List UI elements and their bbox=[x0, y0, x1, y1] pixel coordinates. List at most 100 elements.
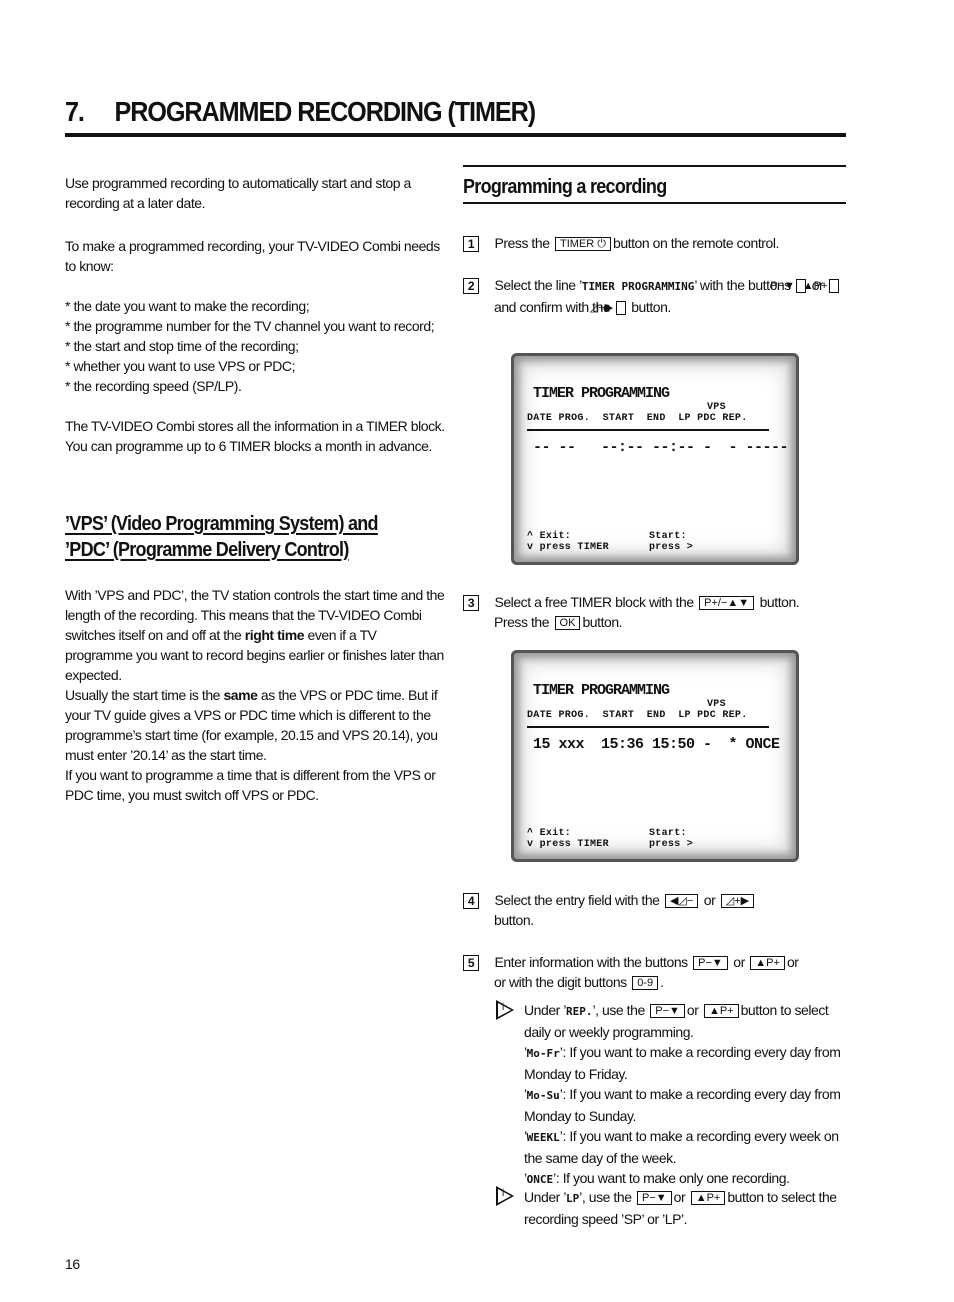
section-title: PROGRAMMED RECORDING (TIMER) bbox=[114, 96, 537, 127]
text: : If you want to make a recording every … bbox=[524, 1086, 841, 1124]
vps-paragraph-3: If you want to programme a time that is … bbox=[65, 767, 436, 803]
timer-blocks-text: The TV-VIDEO Combi stores all the inform… bbox=[65, 418, 445, 454]
screen-exit: ^ Exit: bbox=[527, 531, 572, 542]
screen-start-press: press > bbox=[649, 839, 694, 850]
screen-vps-label: VPS bbox=[707, 699, 726, 710]
text: button. bbox=[582, 614, 623, 630]
screen-divider bbox=[527, 429, 769, 431]
bold-text: same bbox=[223, 687, 258, 703]
rep-option: ’Mo-Fr’: If you want to make a recording… bbox=[524, 1044, 841, 1082]
text: button. bbox=[631, 299, 671, 315]
screen-values: 15 xxx 15:36 15:50 - * ONCE bbox=[533, 736, 780, 753]
screen-start: Start: bbox=[649, 828, 687, 839]
heading-rule-top bbox=[463, 165, 846, 167]
screen-columns: DATE PROG. START END LP PDC REP. bbox=[527, 710, 748, 721]
needs-item: * the date you want to make the recordin… bbox=[65, 298, 310, 314]
text: or bbox=[673, 1189, 686, 1205]
step-number: 1 bbox=[463, 236, 479, 252]
step-number: 3 bbox=[463, 595, 479, 611]
needs-intro: To make a programmed recording, your TV-… bbox=[65, 238, 440, 274]
screen-start-press: press > bbox=[649, 542, 694, 553]
text: : If you want to make a recording every … bbox=[524, 1044, 841, 1082]
step-number: 4 bbox=[463, 893, 479, 909]
text: Press the bbox=[494, 235, 550, 251]
text: button on the remote control. bbox=[612, 235, 779, 251]
screen-values: -- -- --:-- --:-- - - ----- bbox=[533, 439, 789, 456]
left-column: Use programmed recording to automaticall… bbox=[65, 173, 445, 456]
step-number: 5 bbox=[463, 955, 479, 971]
p-down-button-icon: P−▼ bbox=[650, 1004, 685, 1018]
menu-code: WEEKL bbox=[526, 1131, 560, 1144]
page-title: 7. PROGRAMMED RECORDING (TIMER) bbox=[65, 96, 537, 128]
needs-item: * the start and stop time of the recordi… bbox=[65, 338, 299, 354]
rep-option: ’WEEKL’: If you want to make a recording… bbox=[524, 1128, 839, 1166]
step-number: 2 bbox=[463, 278, 479, 294]
info-icon: i bbox=[496, 1000, 514, 1025]
p-down-button-icon: P−▼ bbox=[693, 956, 728, 970]
timer-button-icon: TIMER ⏻ bbox=[555, 237, 611, 251]
heading-rule-bottom bbox=[463, 202, 846, 204]
menu-code: TIMER PROGRAMMING bbox=[581, 280, 695, 293]
screen-title: TIMER PROGRAMMING bbox=[533, 682, 670, 699]
p-up-button-icon: ▲P+ bbox=[750, 956, 785, 970]
screen-exit: ^ Exit: bbox=[527, 828, 572, 839]
screen-divider bbox=[527, 726, 769, 728]
p-up-button-icon: ▲P+ bbox=[803, 279, 839, 293]
text: Select the entry field with the bbox=[494, 892, 660, 908]
text: Under ’ bbox=[524, 1002, 566, 1018]
tv-screen-2: TIMER PROGRAMMING VPS DATE PROG. START E… bbox=[511, 650, 799, 862]
screen-start: Start: bbox=[649, 531, 687, 542]
screen-title: TIMER PROGRAMMING bbox=[533, 385, 670, 402]
text: : If you want to make only one recording… bbox=[555, 1170, 790, 1186]
right-button-icon: ◿+▶ bbox=[720, 894, 755, 908]
step-1: 1 Press the TIMER ⏻ button on the remote … bbox=[463, 233, 843, 253]
p-down-button-icon: P−▼ bbox=[637, 1191, 672, 1205]
menu-code: REP. bbox=[565, 1005, 593, 1018]
needs-item: * the programme number for the TV channe… bbox=[65, 318, 435, 334]
text: . bbox=[660, 974, 664, 990]
section-number: 7. bbox=[65, 96, 85, 127]
tv-screen-1: TIMER PROGRAMMING VPS DATE PROG. START E… bbox=[511, 353, 799, 565]
digit-buttons-icon: 0-9 bbox=[632, 976, 659, 990]
vps-heading: ’VPS’ (Video Programming System) and ’PD… bbox=[65, 511, 443, 563]
right-button-icon: ◿+▶ bbox=[590, 301, 626, 315]
vps-heading-line2: ’PDC’ (Programme Delivery Control) bbox=[65, 539, 349, 561]
rep-option: ’Mo-Su’: If you want to make a recording… bbox=[524, 1086, 841, 1124]
vps-text: With ’VPS and PDC’, the TV station contr… bbox=[65, 585, 445, 805]
text: Select a free TIMER block with the bbox=[494, 594, 694, 610]
text: button. bbox=[759, 594, 800, 610]
menu-code: ONCE bbox=[526, 1173, 554, 1186]
section-heading: Programming a recording bbox=[463, 176, 667, 198]
needs-item: * whether you want to use VPS or PDC; bbox=[65, 358, 296, 374]
screen-columns: DATE PROG. START END LP PDC REP. bbox=[527, 413, 748, 424]
tip-lp: Under ’LP’, use the P−▼ or ▲P+ button to s… bbox=[524, 1187, 849, 1229]
step-4: 4 Select the entry field with the ◀◿− or… bbox=[463, 890, 843, 930]
text: or with the digit buttons bbox=[494, 974, 627, 990]
text: : If you want to make a recording every … bbox=[524, 1128, 839, 1166]
text: button. bbox=[494, 912, 534, 928]
vps-paragraph-1: With ’VPS and PDC’, the TV station contr… bbox=[65, 585, 445, 685]
manual-page: 7. PROGRAMMED RECORDING (TIMER) Use progr… bbox=[0, 0, 954, 1302]
text: ’, use the bbox=[579, 1189, 632, 1205]
text: or bbox=[703, 892, 716, 908]
vps-heading-line1: ’VPS’ (Video Programming System) and bbox=[65, 513, 379, 535]
screen-exit-press: v press TIMER bbox=[527, 839, 609, 850]
text: Usually the start time is the bbox=[65, 687, 224, 703]
title-rule bbox=[65, 133, 846, 137]
intro-text: Use programmed recording to automaticall… bbox=[65, 175, 411, 211]
text: or bbox=[786, 954, 799, 970]
text: Enter information with the buttons bbox=[494, 954, 688, 970]
needs-list: * the date you want to make the recordin… bbox=[65, 296, 445, 396]
menu-code: LP bbox=[565, 1192, 580, 1205]
vps-paragraph-2: Usually the start time is the same as th… bbox=[65, 685, 445, 765]
step-3: 3 Select a free TIMER block with the P+/… bbox=[463, 592, 843, 632]
menu-code: Mo-Su bbox=[526, 1089, 560, 1102]
text: Select the line ’ bbox=[494, 277, 582, 293]
text: or bbox=[686, 1002, 699, 1018]
screen-vps-label: VPS bbox=[707, 402, 726, 413]
page-number: 16 bbox=[65, 1256, 80, 1272]
tip-rep: Under ’REP.’, use the P−▼ or ▲P+ button to… bbox=[524, 1000, 849, 1190]
p-up-button-icon: ▲P+ bbox=[703, 1004, 739, 1018]
step-2: 2 Select the line ’TIMER PROGRAMMING’ wi… bbox=[463, 275, 864, 317]
text: Under ’ bbox=[524, 1189, 566, 1205]
